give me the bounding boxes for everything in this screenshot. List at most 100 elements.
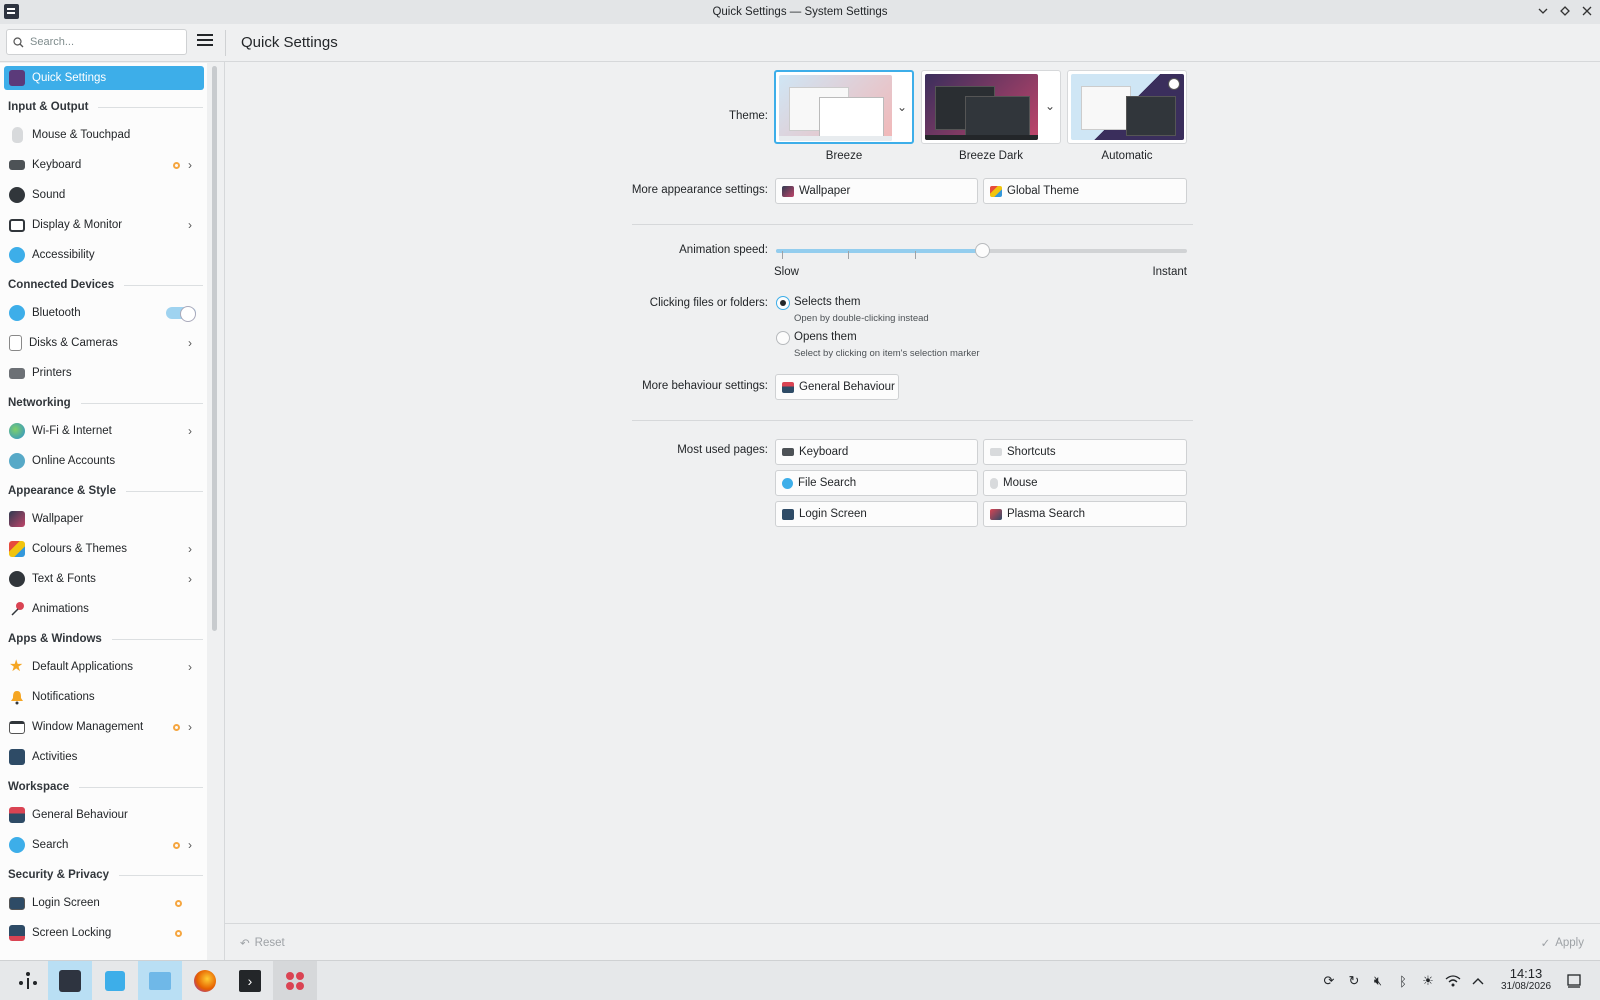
system-settings-app-icon[interactable]: [4, 4, 19, 19]
globe-icon: [9, 423, 25, 439]
digital-clock[interactable]: 14:13 31/08/2026: [1493, 966, 1559, 992]
most-used-mouse-button[interactable]: Mouse: [983, 470, 1187, 496]
sidebar-item-screen-locking[interactable]: Screen Locking: [4, 921, 204, 945]
sidebar-item-quick-settings[interactable]: Quick Settings: [4, 66, 204, 90]
window-icon: [9, 720, 25, 734]
wifi-icon[interactable]: [1445, 973, 1461, 989]
most-used-label: Most used pages:: [677, 444, 768, 456]
sidebar-item-text-fonts[interactable]: Text & Fonts ›: [4, 567, 204, 591]
most-used-plasma-search-button[interactable]: Plasma Search: [983, 501, 1187, 527]
sidebar-item-default-applications[interactable]: ★ Default Applications ›: [4, 655, 204, 679]
theme-card-automatic[interactable]: [1067, 70, 1187, 144]
slider-handle[interactable]: [974, 243, 990, 258]
taskbar: › ⟳ ↻ 🔇︎ ᛒ ☀ 14:13 31/08/2026: [0, 960, 1600, 1000]
most-used-login-screen-button[interactable]: Login Screen: [775, 501, 978, 527]
sidebar-item-online-accounts[interactable]: Online Accounts: [4, 449, 204, 473]
sidebar-item-bluetooth[interactable]: Bluetooth: [4, 301, 204, 325]
opens-them-hint: Select by clicking on item's selection m…: [794, 348, 980, 359]
theme-card-breeze[interactable]: ⌄: [774, 70, 914, 144]
sidebar: Quick Settings Input & Output Mouse & To…: [0, 63, 207, 960]
minimize-button[interactable]: [1536, 3, 1550, 19]
sidebar-item-activities[interactable]: Activities: [4, 745, 204, 769]
header-separator: [225, 30, 226, 56]
wallpaper-icon: [9, 511, 25, 527]
bell-icon: [9, 689, 25, 705]
volume-muted-icon[interactable]: 🔇︎: [1370, 973, 1386, 989]
chevron-right-icon: ›: [188, 720, 192, 734]
taskbar-discover[interactable]: [93, 961, 137, 1000]
window-title: Quick Settings — System Settings: [712, 6, 888, 18]
launcher-icon: [19, 972, 37, 989]
opens-them-label[interactable]: Opens them: [794, 331, 857, 343]
keyboard-icon: [9, 160, 25, 170]
sidebar-item-notifications[interactable]: Notifications: [4, 685, 204, 709]
hamburger-menu-icon[interactable]: [197, 34, 213, 48]
mouse-icon: [12, 127, 23, 143]
sidebar-item-display-monitor[interactable]: Display & Monitor ›: [4, 213, 204, 237]
search-input[interactable]: [30, 36, 180, 48]
sidebar-item-keyboard[interactable]: Keyboard ›: [4, 153, 204, 177]
notification-dot-icon: [173, 162, 180, 169]
opens-them-radio[interactable]: [776, 331, 790, 345]
show-desktop-icon[interactable]: [1566, 973, 1582, 989]
breeze-dark-preview-image: [925, 74, 1038, 140]
sidebar-item-printers[interactable]: Printers: [4, 361, 204, 385]
taskbar-terminal[interactable]: ›: [228, 961, 272, 1000]
sidebar-item-colours-themes[interactable]: Colours & Themes ›: [4, 537, 204, 561]
chevron-right-icon: ›: [188, 336, 192, 350]
brightness-icon[interactable]: ☀: [1420, 973, 1436, 989]
selects-them-radio[interactable]: [776, 296, 790, 310]
most-used-shortcuts-button[interactable]: Shortcuts: [983, 439, 1187, 465]
discover-icon: [105, 971, 125, 991]
sidebar-item-accessibility[interactable]: Accessibility: [4, 243, 204, 267]
taskbar-system-settings[interactable]: [48, 961, 92, 1000]
global-theme-icon: [990, 185, 1002, 197]
sidebar-item-disks-cameras[interactable]: Disks & Cameras ›: [4, 331, 204, 355]
theme-card-breeze-dark[interactable]: ⌄: [921, 70, 1061, 144]
animation-speed-slider[interactable]: [776, 243, 1187, 258]
chevron-down-icon[interactable]: ⌄: [1045, 99, 1055, 113]
activities-icon: [9, 749, 25, 765]
bluetooth-icon: [9, 305, 25, 321]
global-theme-button[interactable]: Global Theme: [983, 178, 1187, 204]
sidebar-item-login-screen[interactable]: Login Screen: [4, 891, 204, 915]
sidebar-item-wifi-internet[interactable]: Wi-Fi & Internet ›: [4, 419, 204, 443]
bluetooth-toggle[interactable]: [166, 306, 196, 322]
sync-icon[interactable]: ↻: [1346, 973, 1362, 989]
chevron-down-icon[interactable]: ⌄: [897, 100, 907, 114]
more-behaviour-label: More behaviour settings:: [642, 380, 768, 392]
section-appearance-style: Appearance & Style: [8, 482, 203, 500]
apply-button[interactable]: ✓ Apply: [1533, 932, 1592, 954]
chevron-right-icon: ›: [188, 542, 192, 556]
wallpaper-button[interactable]: Wallpaper: [775, 178, 978, 204]
sidebar-item-wallpaper[interactable]: Wallpaper: [4, 507, 204, 531]
selects-them-label[interactable]: Selects them: [794, 296, 860, 308]
search-icon: [13, 36, 24, 47]
general-behaviour-button[interactable]: General Behaviour: [775, 374, 899, 400]
search-field[interactable]: [6, 29, 187, 55]
sidebar-item-general-behaviour[interactable]: General Behaviour: [4, 803, 204, 827]
application-launcher-button[interactable]: [6, 961, 50, 1000]
bluetooth-icon[interactable]: ᛒ: [1395, 973, 1411, 989]
sidebar-item-animations[interactable]: Animations: [4, 597, 204, 621]
reset-button[interactable]: ↶ Reset: [232, 932, 293, 954]
most-used-keyboard-button[interactable]: Keyboard: [775, 439, 978, 465]
network-share-icon[interactable]: ⟳: [1321, 973, 1337, 989]
slider-min-label: Slow: [774, 266, 799, 278]
taskbar-file-manager[interactable]: [138, 961, 182, 1000]
expand-tray-icon[interactable]: [1470, 973, 1486, 989]
slider-max-label: Instant: [1152, 266, 1187, 278]
taskbar-firefox[interactable]: [183, 961, 227, 1000]
sidebar-item-search[interactable]: Search ›: [4, 833, 204, 857]
notification-dot-icon: [175, 930, 182, 937]
login-screen-icon: [782, 508, 794, 520]
quick-settings-icon: [9, 70, 25, 86]
sidebar-scrollbar[interactable]: [212, 66, 217, 631]
sidebar-item-mouse-touchpad[interactable]: Mouse & Touchpad: [4, 123, 204, 147]
most-used-file-search-button[interactable]: File Search: [775, 470, 978, 496]
close-button[interactable]: [1580, 3, 1594, 19]
sidebar-item-sound[interactable]: Sound: [4, 183, 204, 207]
taskbar-app[interactable]: [273, 961, 317, 1000]
sidebar-item-window-management[interactable]: Window Management ›: [4, 715, 204, 739]
maximize-button[interactable]: [1558, 3, 1572, 19]
